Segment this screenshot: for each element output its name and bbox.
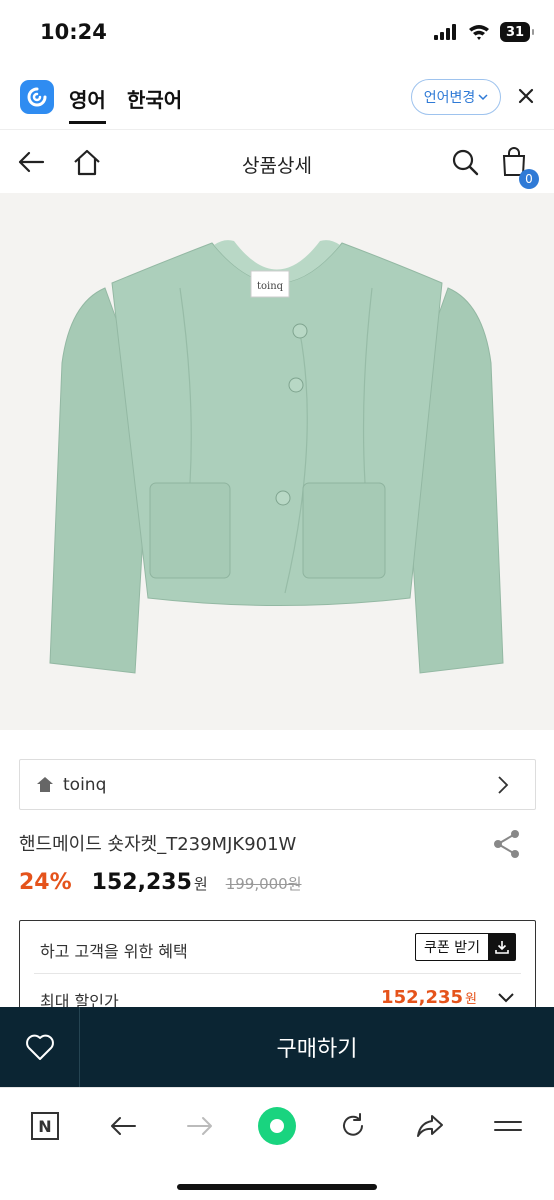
browser-share-button[interactable] [410,1106,450,1146]
buy-button[interactable]: 구매하기 [80,1007,554,1087]
price-row: 24% 152,235 원 199,000원 [19,870,302,895]
language-bar: 영어 한국어 언어변경 [0,66,554,130]
language-change-button[interactable]: 언어변경 [411,79,501,115]
brand-link[interactable]: toinq [19,759,536,810]
search-button[interactable] [448,145,482,179]
original-price: 199,000원 [225,875,302,893]
navigation-bar: 상품상세 0 [0,131,554,193]
chevron-right-icon [498,776,509,794]
coupon-download-button[interactable]: 쿠폰 받기 [415,933,516,961]
chevron-down-icon[interactable] [497,991,515,1005]
home-indicator [177,1184,377,1190]
coupon-label: 쿠폰 받기 [424,940,480,956]
lang-tab-korean[interactable]: 한국어 [127,84,182,113]
home-button[interactable] [70,145,104,179]
share-arrow-icon [417,1115,443,1137]
lang-tab-english[interactable]: 영어 [69,84,106,124]
status-bar: 10:24 31 [0,0,554,66]
app-logo-icon [20,80,54,114]
benefit-title: 하고 고객을 위한 혜택 [40,942,188,961]
chevron-down-icon [478,93,488,100]
product-name: 핸드메이드 숏자켓_T239MJK901W [19,834,297,855]
purchase-bar: 구매하기 [0,1007,554,1087]
product-image[interactable]: toinq [0,193,554,730]
browser-forward-button[interactable] [180,1106,220,1146]
max-discount-value: 152,235 [381,987,464,1008]
battery-indicator: 31 [500,22,534,42]
brand-name: toinq [63,774,107,795]
n-icon: N [31,1112,59,1140]
arrow-left-icon [111,1117,136,1135]
cart-button[interactable]: 0 [497,145,539,189]
discount-rate: 24% [19,870,72,895]
refresh-button[interactable] [333,1106,373,1146]
wishlist-button[interactable] [0,1007,80,1087]
arrow-left-icon [18,151,45,173]
menu-button[interactable] [488,1106,528,1146]
home-icon [74,149,100,176]
close-icon[interactable] [514,84,538,108]
browser-green-dot-button[interactable] [257,1106,297,1146]
sale-price: 152,235 [91,870,192,895]
battery-level: 31 [505,24,525,40]
green-dot-icon [258,1107,296,1145]
status-icons: 31 [434,22,534,42]
cart-count-badge: 0 [519,169,539,189]
max-discount-price: 152,235 원 [381,987,477,1008]
arrow-right-icon [187,1117,212,1135]
brand-home-icon [37,776,55,794]
language-change-label: 언어변경 [423,90,476,106]
jacket-image: toinq [49,240,504,674]
refresh-icon [343,1113,363,1136]
download-icon [488,934,515,960]
hamburger-icon [494,1121,522,1131]
share-icon[interactable] [493,829,521,859]
back-button[interactable] [14,145,48,179]
search-icon [452,149,479,176]
status-time: 10:24 [40,20,107,44]
signal-icon [434,24,456,40]
max-discount-currency: 원 [465,992,477,1007]
jacket-label-text: toinq [257,281,284,292]
naver-n-button[interactable]: N [25,1106,65,1146]
sale-price-currency: 원 [193,875,208,893]
n-label: N [38,1116,52,1136]
browser-back-button[interactable] [103,1106,143,1146]
benefit-divider [34,973,521,974]
heart-icon [25,1034,54,1060]
browser-toolbar: N [0,1087,554,1200]
wifi-icon [469,25,489,40]
